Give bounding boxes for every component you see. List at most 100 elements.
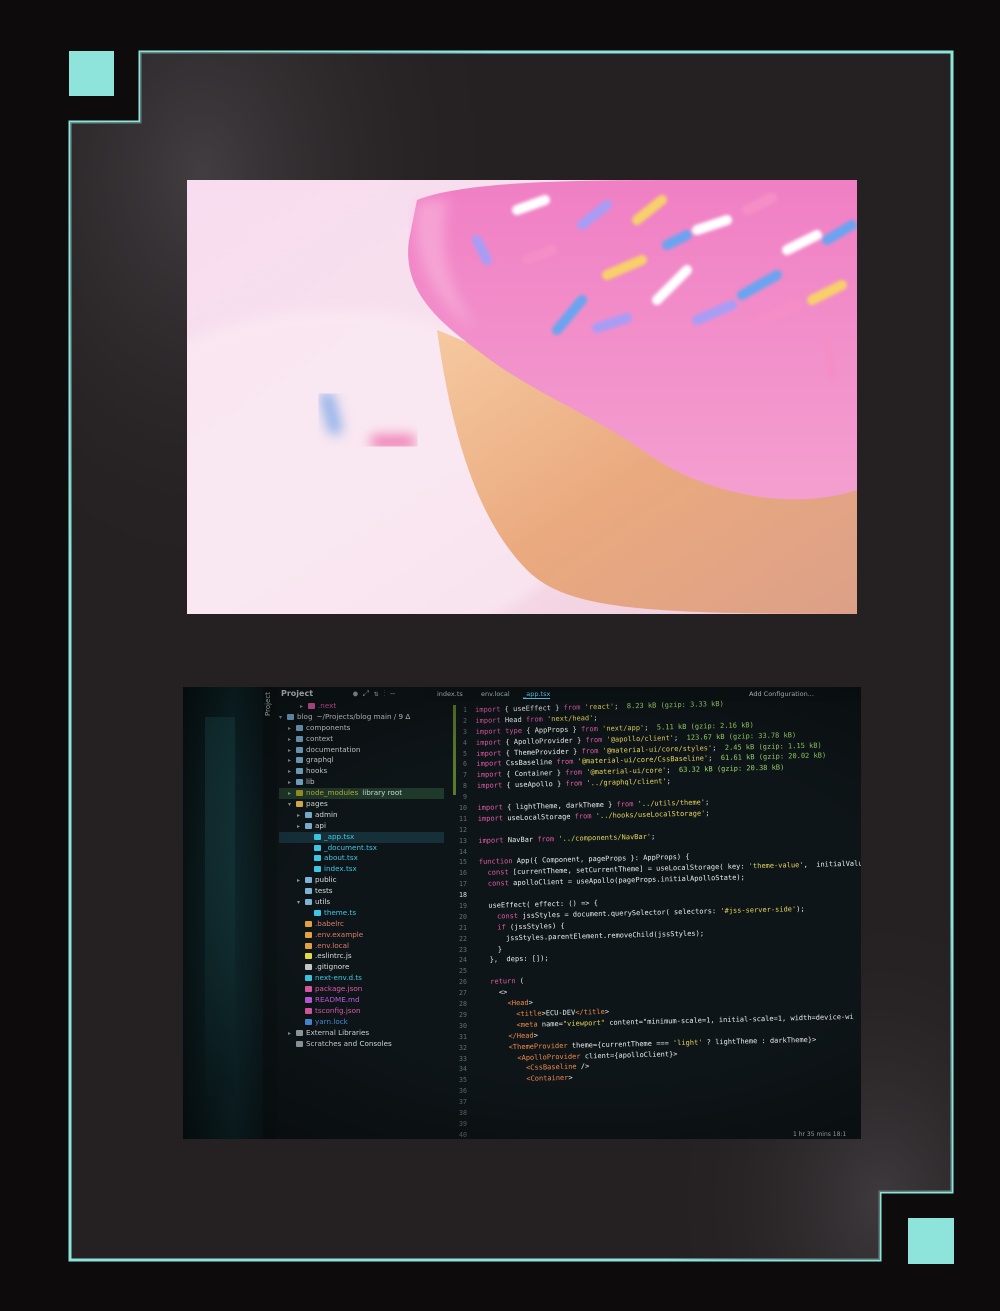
folder-icon <box>296 746 303 753</box>
tree-item[interactable]: ▸ graphql <box>279 755 444 766</box>
line-number: 18 <box>459 891 467 900</box>
tree-item[interactable]: ▸ lib <box>279 777 444 788</box>
line-number: 7 <box>463 771 467 780</box>
file-icon <box>314 844 321 851</box>
line-number: 39 <box>459 1119 467 1128</box>
file-icon <box>296 1029 303 1036</box>
tree-item-label: yarn.lock <box>315 1016 348 1026</box>
tool-window-strip <box>263 687 277 1139</box>
tree-item-suffix: library root <box>362 788 403 798</box>
line-number: 36 <box>459 1087 467 1096</box>
tree-item-label: External Libraries <box>306 1027 370 1037</box>
code-editor[interactable]: import { useEffect } from 'react'; 8.23 … <box>475 695 861 1086</box>
tree-item[interactable]: _document.tsx <box>279 843 444 854</box>
line-number: 31 <box>459 1032 467 1041</box>
file-icon <box>305 975 312 982</box>
line-number: 33 <box>459 1054 467 1063</box>
tab-env-local[interactable]: env.local <box>481 690 510 698</box>
tree-item[interactable]: tests <box>279 886 444 897</box>
tree-item-label: _app.tsx <box>324 831 355 841</box>
tree-item-label: context <box>306 733 334 743</box>
tree-item[interactable]: ▾ utils <box>279 897 444 908</box>
status-bar-text: 1 hr 35 mins 18:1 <box>793 1131 847 1138</box>
tool-window-label[interactable]: Project <box>264 692 272 716</box>
tree-item-label: theme.ts <box>324 907 357 917</box>
tree-item-label: .gitignore <box>315 962 350 972</box>
line-number: 35 <box>459 1076 467 1085</box>
tree-item[interactable]: ▸ api <box>279 821 444 832</box>
tree-item-label: hooks <box>306 766 328 776</box>
file-icon <box>305 964 312 971</box>
tree-item-label: .eslintrc.js <box>315 951 352 961</box>
line-number: 14 <box>459 847 467 856</box>
tree-item-label: README.md <box>315 995 360 1005</box>
tree-item[interactable]: next-env.d.ts <box>279 973 444 984</box>
tree-item[interactable]: .eslintrc.js <box>279 951 444 962</box>
tree-item[interactable]: index.tsx <box>279 864 444 875</box>
tree-item[interactable]: theme.ts <box>279 908 444 919</box>
folder-icon <box>296 779 303 786</box>
line-number: 9 <box>463 793 467 802</box>
tree-item-label: public <box>315 875 337 885</box>
tree-item[interactable]: .gitignore <box>279 962 444 973</box>
tab-index-ts[interactable]: index.ts <box>437 690 463 698</box>
tree-item[interactable]: ▸ node_modules library root <box>279 788 444 800</box>
file-icon <box>314 909 321 916</box>
folder-icon <box>305 877 312 884</box>
tree-item[interactable]: ▸ components <box>279 723 444 734</box>
tree-item[interactable]: README.md <box>279 995 444 1006</box>
file-icon <box>305 920 312 927</box>
file-icon <box>296 1040 303 1047</box>
tree-item[interactable]: _app.tsx <box>279 831 444 843</box>
tree-item[interactable]: yarn.lock <box>279 1017 444 1028</box>
line-number: 20 <box>459 912 467 921</box>
tree-item[interactable]: ▸ .next <box>279 701 444 712</box>
line-number: 37 <box>459 1098 467 1107</box>
code-editor-photo: Project Project ● ⤢ ⇅ ⋮ — index.ts env.l… <box>183 687 861 1139</box>
folder-icon <box>296 790 303 797</box>
line-number: 19 <box>459 902 467 911</box>
tree-item[interactable]: about.tsx <box>279 853 444 864</box>
tree-item[interactable]: .env.example <box>279 930 444 941</box>
tree-item[interactable]: ▾ blog ~/Projects/blog main / 9 Δ <box>279 712 444 723</box>
line-number: 29 <box>459 1010 467 1019</box>
tree-item[interactable]: tsconfig.json <box>279 1006 444 1017</box>
project-tree: ▸ .next ▾ blog ~/Projects/blog main / 9 Δ ▸ co… <box>279 701 444 1050</box>
tree-item-label: index.tsx <box>324 864 357 874</box>
line-number: 6 <box>463 760 467 769</box>
tab-app-tsx[interactable]: _app.tsx <box>523 690 551 699</box>
line-number: 4 <box>463 738 467 747</box>
tree-item[interactable]: .env.local <box>279 941 444 952</box>
blurred-monitor-edge <box>183 687 273 1139</box>
tree-item[interactable]: ▸ public <box>279 875 444 886</box>
line-number: 27 <box>459 989 467 998</box>
folder-icon <box>305 888 312 895</box>
tree-item[interactable]: ▸ documentation <box>279 745 444 756</box>
line-number: 10 <box>459 804 467 813</box>
tree-item[interactable]: ▸ admin <box>279 810 444 821</box>
folder-icon <box>308 703 315 709</box>
tree-item[interactable]: ▸ context <box>279 734 444 745</box>
tree-item-label: .next <box>318 701 337 710</box>
tree-item[interactable]: ▾ pages <box>279 799 444 810</box>
tree-item[interactable]: ▸ hooks <box>279 766 444 777</box>
folder-icon <box>305 899 312 906</box>
tree-item[interactable]: ▸ External Libraries <box>279 1028 444 1039</box>
file-icon <box>305 997 312 1004</box>
line-number: 11 <box>459 814 467 823</box>
line-number: 32 <box>459 1043 467 1052</box>
file-icon <box>305 1018 312 1025</box>
project-panel-icons[interactable]: ● ⤢ ⇅ ⋮ — <box>353 689 395 699</box>
line-number: 13 <box>459 836 467 845</box>
folder-icon <box>296 801 303 808</box>
folder-icon <box>287 713 294 720</box>
tree-item-label: next-env.d.ts <box>315 973 362 983</box>
line-number: 22 <box>459 934 467 943</box>
tree-item[interactable]: package.json <box>279 984 444 995</box>
file-icon <box>305 931 312 938</box>
folder-icon <box>296 768 303 775</box>
tree-item[interactable]: Scratches and Consoles <box>279 1039 444 1050</box>
tree-item[interactable]: .babelrc <box>279 919 444 930</box>
tree-item-suffix: ~/Projects/blog main / 9 Δ <box>316 711 411 721</box>
project-panel-title[interactable]: Project <box>281 689 313 698</box>
